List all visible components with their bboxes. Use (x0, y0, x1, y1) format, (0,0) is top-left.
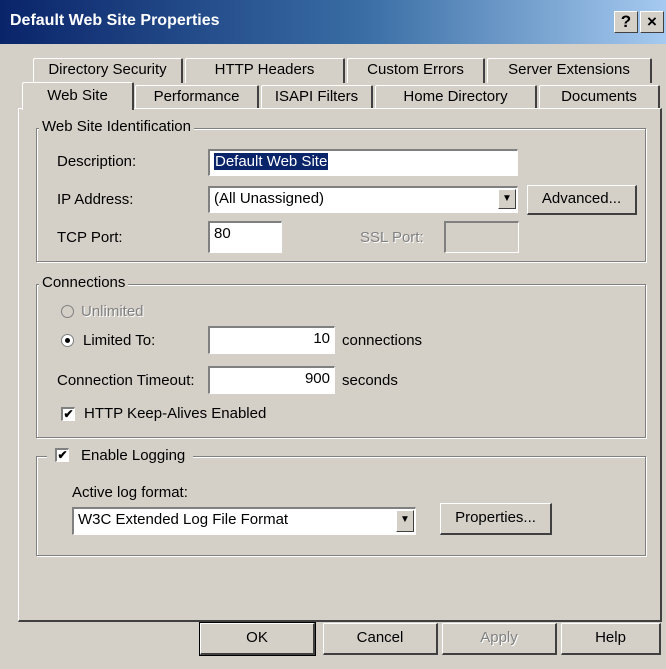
connections-legend: Connections (39, 274, 129, 291)
title-bar: Default Web Site Properties ? × (0, 0, 666, 44)
connections-limit-input[interactable]: 10 (208, 326, 335, 354)
tcp-port-label: TCP Port: (57, 229, 123, 246)
help-title-button[interactable]: ? (614, 11, 638, 33)
identification-legend: Web Site Identification (39, 118, 194, 135)
advanced-button[interactable]: Advanced... (527, 185, 637, 215)
chevron-down-icon[interactable]: ▼ (498, 189, 516, 209)
tab-http-headers[interactable]: HTTP Headers (185, 58, 345, 83)
unlimited-radio (61, 305, 74, 318)
timeout-unit-label: seconds (342, 372, 398, 389)
connection-timeout-label: Connection Timeout: (57, 372, 195, 389)
help-button[interactable]: Help (561, 623, 661, 655)
ip-address-select[interactable]: (All Unassigned) ▼ (208, 186, 518, 213)
tab-custom-errors[interactable]: Custom Errors (347, 58, 485, 83)
tab-home-directory[interactable]: Home Directory (375, 85, 537, 109)
ok-button[interactable]: OK (199, 622, 316, 656)
logging-group (36, 446, 646, 556)
chevron-down-icon[interactable]: ▼ (396, 510, 414, 532)
description-value: Default Web Site (214, 153, 329, 170)
enable-logging-checkbox[interactable]: ✔ (55, 448, 69, 462)
unlimited-label: Unlimited (81, 303, 144, 320)
tab-documents[interactable]: Documents (539, 85, 660, 109)
connections-unit-label: connections (342, 332, 423, 349)
connection-timeout-input[interactable]: 900 (208, 366, 335, 394)
tab-isapi-filters[interactable]: ISAPI Filters (261, 85, 373, 109)
ssl-port-label: SSL Port: (360, 229, 424, 246)
tab-server-extensions[interactable]: Server Extensions (487, 58, 652, 83)
tab-web-site[interactable]: Web Site (22, 82, 134, 110)
cancel-button[interactable]: Cancel (323, 623, 438, 655)
window-title: Default Web Site Properties (10, 12, 220, 29)
enable-logging-label: Enable Logging (81, 447, 186, 464)
tab-directory-security[interactable]: Directory Security (33, 58, 183, 83)
keep-alives-label: HTTP Keep-Alives Enabled (84, 405, 267, 422)
limited-to-label: Limited To: (83, 332, 156, 349)
apply-button[interactable]: Apply (442, 623, 557, 655)
ip-address-value: (All Unassigned) (214, 190, 325, 207)
close-title-button[interactable]: × (640, 11, 664, 33)
ip-address-label: IP Address: (57, 191, 134, 208)
keep-alives-checkbox[interactable]: ✔ (61, 407, 75, 421)
tab-performance[interactable]: Performance (135, 85, 259, 109)
limited-to-radio[interactable] (61, 334, 74, 347)
log-format-select[interactable]: W3C Extended Log File Format ▼ (72, 507, 416, 535)
properties-button[interactable]: Properties... (440, 503, 552, 535)
log-format-value: W3C Extended Log File Format (78, 511, 289, 528)
tcp-port-input[interactable]: 80 (208, 221, 282, 253)
active-log-format-label: Active log format: (72, 484, 188, 501)
description-input[interactable]: Default Web Site (208, 149, 518, 176)
description-label: Description: (57, 153, 137, 170)
ssl-port-input (444, 221, 519, 253)
